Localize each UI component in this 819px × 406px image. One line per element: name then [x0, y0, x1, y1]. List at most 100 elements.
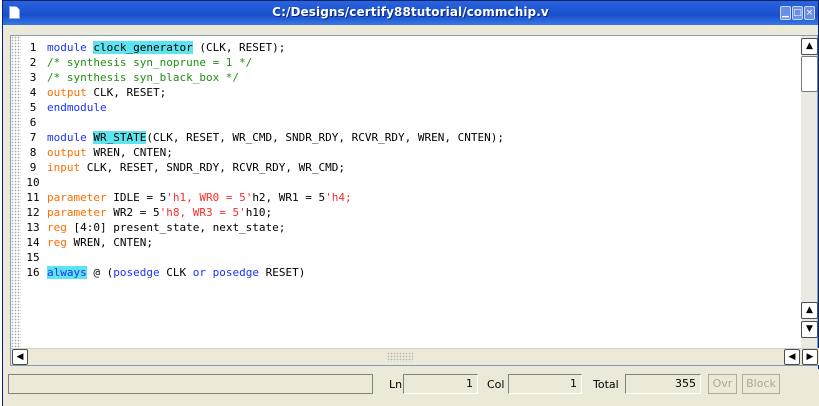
scroll-up-button-lower[interactable]: ▲ [801, 302, 818, 319]
title-bar[interactable]: C:/Designs/certify88tutorial/commchip.v … [3, 1, 818, 25]
code-line[interactable]: output WREN, CNTEN; [47, 145, 173, 160]
code-token: /* synthesis syn_black_box */ [47, 71, 240, 84]
scroll-left-button[interactable]: ◀ [12, 349, 28, 365]
code-line[interactable]: input CLK, RESET, SNDR_RDY, RCVR_RDY, WR… [47, 160, 345, 175]
maximize-button[interactable]: □ [792, 6, 803, 20]
line-number: 1 [29, 41, 37, 54]
code-token: CLK, RESET, SNDR_RDY, RCVR_RDY, WR_CMD; [80, 161, 346, 174]
line-number: 12 [26, 206, 40, 219]
overwrite-indicator: Ovr [708, 374, 737, 394]
code-token: WR2 = 5 [106, 206, 160, 219]
total-label: Total [593, 378, 619, 391]
arrow-left-icon: ◀ [788, 352, 796, 362]
code-line[interactable]: /* synthesis syn_black_box */ [47, 70, 239, 85]
code-token: CLK, RESET; [86, 86, 167, 99]
line-number: 7 [29, 131, 37, 144]
horizontal-scrollbar[interactable]: ◀ ◀ ▶ [11, 348, 819, 365]
code-line[interactable]: reg WREN, CNTEN; [47, 235, 153, 250]
scroll-up-button[interactable]: ▲ [801, 38, 818, 55]
code-line[interactable]: always @ (posedge CLK or posedge RESET) [47, 265, 305, 280]
code-line[interactable]: parameter IDLE = 5'h1, WR0 = 5'h2, WR1 =… [47, 190, 352, 205]
code-token: WREN, CNTEN; [66, 236, 153, 249]
code-line[interactable]: module WR_STATE(CLK, RESET, WR_CMD, SNDR… [47, 130, 504, 145]
ln-label: Ln [389, 378, 403, 391]
code-token: output [47, 146, 87, 159]
code-token: 'h4; [325, 191, 352, 204]
code-token: h2, WR1 = 5 [252, 191, 326, 204]
scroll-right-button[interactable]: ▶ [802, 349, 818, 365]
code-token: clock_generator [93, 41, 193, 54]
bookmark-gutter[interactable] [11, 36, 21, 349]
code-line[interactable]: parameter WR2 = 5'h8, WR3 = 5'h10; [47, 205, 272, 220]
vertical-scroll-thumb[interactable] [801, 56, 818, 92]
code-token: 'h1, WR0 = 5' [166, 191, 253, 204]
code-line[interactable]: reg [4:0] present_state, next_state; [47, 220, 285, 235]
code-token: /* synthesis syn_noprune = 1 */ [47, 56, 253, 69]
close-icon: × [805, 8, 814, 18]
line-number: 4 [29, 86, 37, 99]
total-field: 355 [625, 374, 701, 394]
code-token: CLK [159, 266, 193, 279]
code-token: posedge [212, 266, 259, 279]
code-token: 'h8, WR3 = 5' [159, 206, 246, 219]
code-token: (CLK, RESET); [192, 41, 286, 54]
status-message [8, 374, 373, 394]
code-token: h10; [245, 206, 273, 219]
col-label: Col [487, 378, 505, 391]
line-number: 16 [26, 266, 40, 279]
code-token: parameter [47, 206, 107, 219]
status-bar: Ln 1 Col 1 Total 355 Ovr Block [3, 369, 819, 406]
col-field: 1 [508, 374, 582, 394]
ln-field: 1 [403, 374, 478, 394]
code-token: reg [47, 236, 67, 249]
code-token: or [192, 266, 206, 279]
code-token: IDLE = 5 [106, 191, 167, 204]
code-line[interactable]: /* synthesis syn_noprune = 1 */ [47, 55, 252, 70]
minimize-button[interactable]: ▁ [780, 6, 791, 20]
line-number: 10 [26, 176, 40, 189]
scroll-left-button-right[interactable]: ◀ [784, 349, 800, 365]
line-number: 5 [29, 101, 37, 114]
code-token: module [47, 131, 94, 144]
code-line[interactable]: module clock_generator (CLK, RESET); [47, 40, 285, 55]
line-number: 11 [26, 191, 40, 204]
line-number: 15 [26, 251, 40, 264]
splitter-grip[interactable] [387, 352, 413, 362]
code-line[interactable]: output CLK, RESET; [47, 85, 166, 100]
editor-window: C:/Designs/certify88tutorial/commchip.v … [2, 0, 819, 406]
code-token: input [47, 161, 81, 174]
code-token: [4:0] present_state, next_state; [66, 221, 286, 234]
arrow-up-icon: ▲ [806, 305, 813, 315]
code-token: WREN, CNTEN; [86, 146, 173, 159]
code-line[interactable]: endmodule [47, 100, 107, 115]
line-number: 2 [29, 56, 37, 69]
scroll-down-button[interactable]: ▼ [801, 321, 818, 338]
line-number: 9 [29, 161, 37, 174]
maximize-icon: □ [793, 8, 802, 18]
arrow-right-icon: ▶ [806, 352, 814, 362]
code-editor[interactable]: 1 2 3 4 5 6 7 8 9 10 11 12 13 14 15 16 module clock_gen… [10, 35, 819, 366]
line-number: 8 [29, 146, 37, 159]
minimize-icon: ▁ [782, 8, 789, 18]
code-token: (CLK, RESET, WR_CMD, SNDR_RDY, RCVR_RDY,… [146, 131, 504, 144]
code-token: parameter [47, 191, 107, 204]
code-token: WR_STATE [93, 131, 147, 144]
arrow-left-icon: ◀ [16, 352, 24, 362]
code-text-area[interactable]: module clock_generator (CLK, RESET);/* s… [47, 36, 802, 349]
block-indicator: Block [742, 374, 780, 394]
arrow-up-icon: ▲ [806, 41, 813, 51]
line-number: 14 [26, 236, 40, 249]
code-token: posedge [113, 266, 160, 279]
code-token: @ ( [86, 266, 114, 279]
line-number: 13 [26, 221, 40, 234]
window-title: C:/Designs/certify88tutorial/commchip.v [272, 5, 549, 19]
code-token: RESET) [258, 266, 306, 279]
vertical-scrollbar[interactable]: ▲ ▲ ▼ [800, 36, 818, 349]
close-button[interactable]: × [804, 6, 815, 20]
arrow-down-icon: ▼ [806, 324, 813, 334]
line-number: 3 [29, 71, 37, 84]
line-number: 6 [29, 116, 37, 129]
line-number-gutter: 1 2 3 4 5 6 7 8 9 10 11 12 13 14 15 16 [21, 36, 47, 349]
code-token: module [47, 41, 94, 54]
